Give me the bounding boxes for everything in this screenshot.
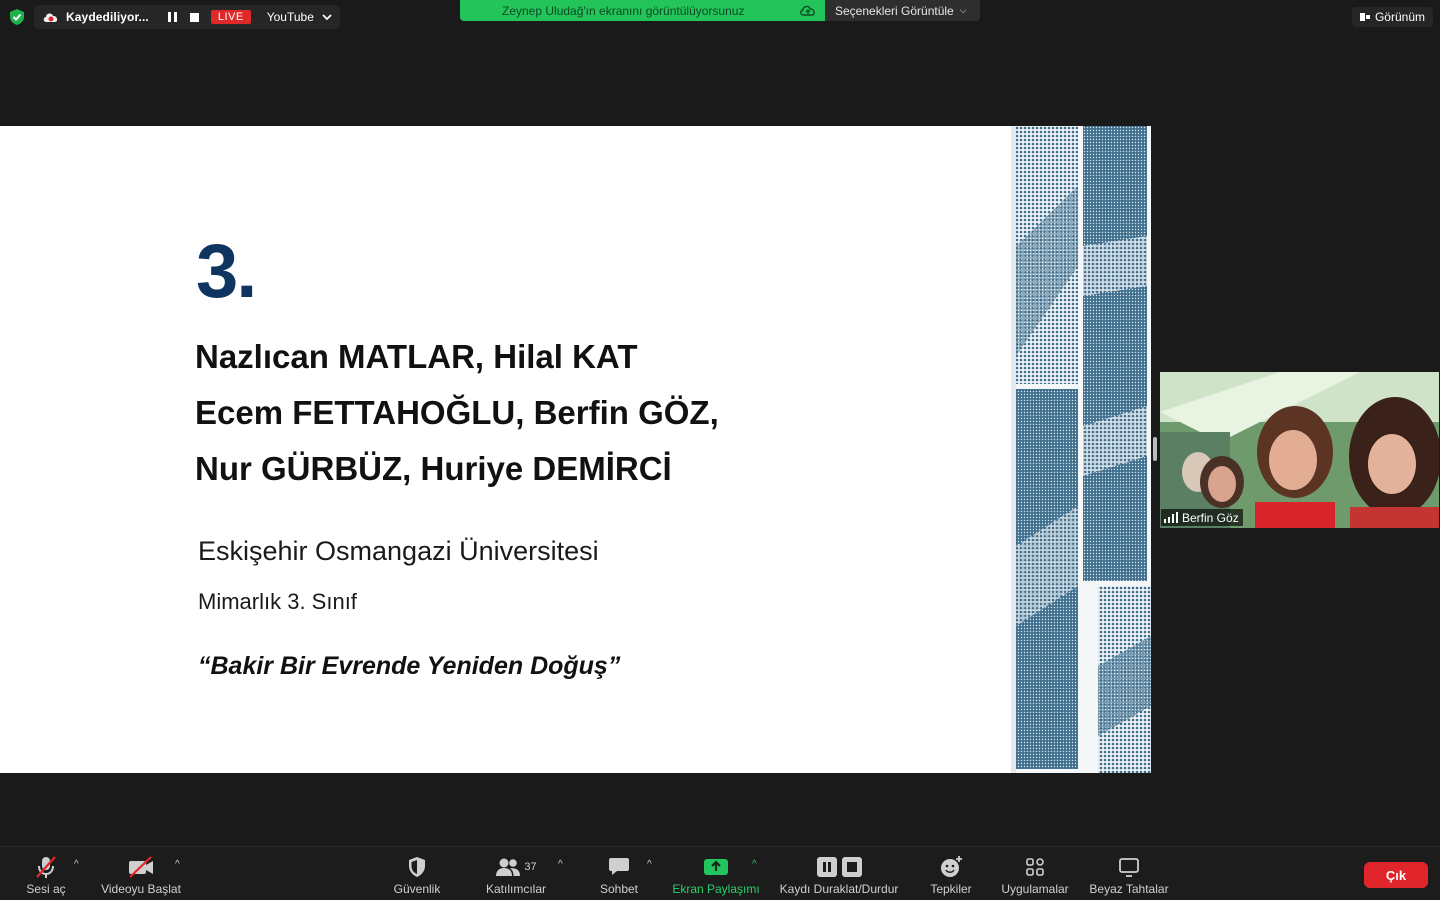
participants-label: Katılımcılar	[485, 882, 546, 896]
cloud-icon	[800, 5, 815, 16]
zoom-meeting-window: Kaydediliyor... LIVE YouTube Zeynep Ulud…	[0, 0, 1440, 900]
whiteboard-icon	[1119, 858, 1139, 877]
university-name: Eskişehir Osmangazi Üniversitesi	[198, 536, 599, 566]
participants-options-caret-icon[interactable]: ^	[558, 859, 563, 870]
recording-label: Kaydediliyor...	[66, 10, 149, 24]
apps-button[interactable]: Uygulamalar	[998, 847, 1072, 900]
apps-label: Uygulamalar	[1001, 882, 1069, 896]
participant-video-frame	[1160, 372, 1439, 528]
slide-number: 3.	[196, 229, 257, 314]
reactions-button[interactable]: Tepkiler	[925, 847, 977, 900]
shared-screen-slide: 3. Nazlıcan MATLAR, Hilal KAT Ecem FETTA…	[0, 126, 1151, 773]
recording-status-pill: Kaydediliyor... LIVE YouTube	[34, 5, 340, 29]
unmute-label: Sesi aç	[26, 882, 66, 896]
start-video-button[interactable]: Videoyu Başlat	[97, 847, 185, 900]
participants-count: 37	[524, 861, 537, 873]
view-options-button[interactable]: Seçenekleri Görüntüle ⌵	[825, 0, 980, 21]
security-label: Güvenlik	[393, 882, 441, 896]
class-name: Mimarlık 3. Sınıf	[198, 589, 357, 614]
chat-label: Sohbet	[599, 882, 639, 896]
apps-grid-icon	[1026, 858, 1044, 876]
screen-share-banner: Zeynep Uludağ'ın ekranını görüntülüyorsu…	[460, 0, 825, 21]
reaction-smiley-icon	[941, 856, 962, 877]
whiteboards-button[interactable]: Beyaz Tahtalar	[1086, 847, 1172, 900]
author-line: Nazlıcan MATLAR, Hilal KAT	[195, 338, 638, 375]
meeting-toolbar: Sesi aç ^ Videoyu Başlat ^ Güvenlik 37 K…	[0, 846, 1440, 900]
unmute-button[interactable]: Sesi aç	[22, 847, 70, 900]
panel-resize-handle[interactable]	[1153, 437, 1157, 461]
chevron-down-icon: ⌵	[959, 5, 967, 15]
chat-bubble-icon	[609, 858, 629, 875]
share-banner-text: Zeynep Uludağ'ın ekranını görüntülüyorsu…	[502, 3, 745, 18]
exit-meeting-button[interactable]: Çık	[1364, 862, 1428, 888]
video-camera-off-icon	[129, 856, 153, 878]
share-screen-label: Ekran Paylaşımı	[672, 882, 760, 896]
participants-button[interactable]: 37 Katılımcılar	[482, 847, 550, 900]
record-control-button[interactable]: Kaydı Duraklat/Durdur	[776, 847, 902, 900]
author-line: Nur GÜRBÜZ, Huriye DEMİRCİ	[195, 450, 672, 487]
pause-recording-icon[interactable]	[167, 11, 179, 23]
chat-options-caret-icon[interactable]: ^	[647, 859, 652, 870]
view-options-label: Seçenekleri Görüntüle	[835, 3, 954, 18]
view-label: Görünüm	[1374, 10, 1425, 24]
share-options-caret-icon[interactable]: ^	[752, 859, 757, 870]
record-control-label: Kaydı Duraklat/Durdur	[779, 882, 899, 896]
view-button[interactable]: Görünüm	[1351, 7, 1433, 27]
chat-button[interactable]: Sohbet	[596, 847, 642, 900]
video-options-caret-icon[interactable]: ^	[175, 859, 180, 870]
whiteboards-label: Beyaz Tahtalar	[1089, 882, 1169, 896]
pause-stop-recording-icon	[817, 857, 862, 877]
author-line: Ecem FETTAHOĞLU, Berfin GÖZ,	[195, 394, 719, 431]
audio-options-caret-icon[interactable]: ^	[74, 859, 79, 870]
author-names: Nazlıcan MATLAR, Hilal KAT Ecem FETTAHOĞ…	[195, 329, 719, 497]
stop-recording-icon[interactable]	[189, 11, 201, 23]
view-layout-icon	[1359, 13, 1370, 21]
cloud-recording-icon	[43, 13, 58, 22]
share-screen-icon	[704, 859, 728, 875]
signal-strength-icon	[1164, 512, 1178, 523]
participant-name: Berfin Göz	[1182, 510, 1239, 525]
live-badge: LIVE	[210, 10, 251, 24]
halftone-decoration-image	[1011, 126, 1151, 773]
participants-icon	[496, 858, 521, 876]
encryption-shield-icon[interactable]	[8, 8, 26, 26]
project-title: “Bakir Bir Evrende Yeniden Doğuş”	[198, 652, 621, 680]
share-screen-button[interactable]: Ekran Paylaşımı	[670, 847, 762, 900]
start-video-label: Videoyu Başlat	[101, 882, 181, 896]
stream-target-label[interactable]: YouTube	[267, 10, 314, 24]
chevron-down-icon[interactable]	[322, 13, 332, 21]
top-bar: Kaydediliyor... LIVE YouTube Zeynep Ulud…	[0, 0, 1440, 34]
participant-video-tile[interactable]: Berfin Göz	[1160, 372, 1439, 528]
security-button[interactable]: Güvenlik	[390, 847, 444, 900]
participant-name-tag: Berfin Göz	[1161, 509, 1243, 526]
security-shield-icon	[409, 857, 425, 877]
microphone-muted-icon	[36, 856, 56, 878]
reactions-label: Tepkiler	[930, 882, 972, 896]
